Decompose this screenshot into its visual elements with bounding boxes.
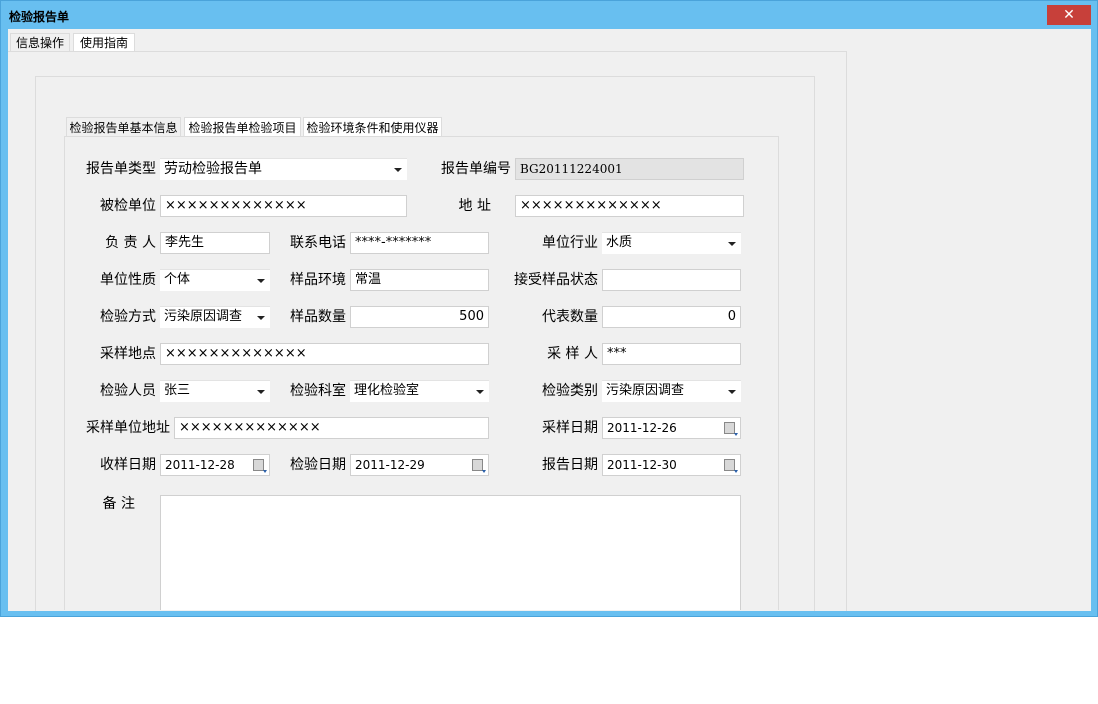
address-field[interactable]: ××××××××××××× (515, 195, 744, 217)
sampler-field[interactable]: *** (602, 343, 741, 365)
label-sampling-unit-addr: 采样单位地址 (70, 417, 170, 439)
sampling-unit-addr-field[interactable]: ××××××××××××× (174, 417, 489, 439)
label-sample-state: 接受样品状态 (500, 269, 598, 291)
category-combo[interactable]: 污染原因调查 (602, 380, 741, 402)
industry-value: 水质 (606, 235, 632, 250)
method-combo[interactable]: 污染原因调查 (160, 306, 270, 328)
close-button[interactable]: ✕ (1047, 5, 1091, 25)
label-remark: 备 注 (70, 493, 135, 515)
label-report-no: 报告单编号 (430, 158, 511, 180)
tab-environment-instruments[interactable]: 检验环境条件和使用仪器 (303, 117, 442, 137)
label-industry: 单位行业 (500, 232, 598, 254)
divider (846, 51, 847, 611)
report-date-value: 2011-12-30 (607, 458, 677, 472)
sample-env-field[interactable]: 常温 (350, 269, 489, 291)
inspector-combo[interactable]: 张三 (160, 380, 270, 402)
calendar-icon[interactable] (472, 459, 483, 471)
sampling-date-value: 2011-12-26 (607, 421, 677, 435)
receive-date-picker[interactable]: 2011-12-28 (160, 454, 270, 476)
report-type-value: 劳动检验报告单 (164, 161, 262, 177)
report-date-picker[interactable]: 2011-12-30 (602, 454, 741, 476)
chevron-down-icon (476, 390, 484, 394)
sampling-place-field[interactable]: ××××××××××××× (160, 343, 489, 365)
rep-qty-field[interactable]: 0 (602, 306, 741, 328)
chevron-down-icon (394, 168, 402, 172)
category-value: 污染原因调查 (606, 383, 684, 398)
chevron-down-icon (257, 316, 265, 320)
label-report-date: 报告日期 (500, 454, 598, 476)
chevron-down-icon (728, 242, 736, 246)
sample-qty-field[interactable]: 500 (350, 306, 489, 328)
label-report-type: 报告单类型 (70, 158, 156, 180)
label-inspector: 检验人员 (70, 380, 156, 402)
unit-nature-value: 个体 (164, 272, 190, 287)
divider (8, 51, 846, 52)
calendar-icon[interactable] (724, 422, 735, 434)
label-unit-nature: 单位性质 (70, 269, 156, 291)
sample-state-field[interactable] (602, 269, 741, 291)
label-dept: 检验科室 (270, 380, 346, 402)
label-sampler: 采 样 人 (500, 343, 598, 365)
phone-field[interactable]: ****-******* (350, 232, 489, 254)
chevron-down-icon (728, 390, 736, 394)
report-type-combo[interactable]: 劳动检验报告单 (160, 158, 407, 180)
label-phone: 联系电话 (270, 232, 346, 254)
label-sample-qty: 样品数量 (270, 306, 346, 328)
label-inspect-date: 检验日期 (270, 454, 346, 476)
unit-nature-combo[interactable]: 个体 (160, 269, 270, 291)
receive-date-value: 2011-12-28 (165, 458, 235, 472)
label-receive-date: 收样日期 (70, 454, 156, 476)
window-title: 检验报告单 (9, 8, 69, 25)
calendar-icon[interactable] (724, 459, 735, 471)
label-category: 检验类别 (500, 380, 598, 402)
dept-combo[interactable]: 理化检验室 (350, 380, 489, 402)
chevron-down-icon (257, 390, 265, 394)
sampling-date-picker[interactable]: 2011-12-26 (602, 417, 741, 439)
report-no-field[interactable]: BG20111224001 (515, 158, 744, 180)
inspector-value: 张三 (164, 383, 190, 398)
calendar-icon[interactable] (253, 459, 264, 471)
label-inspected-unit: 被检单位 (70, 195, 156, 217)
inspected-unit-field[interactable]: ××××××××××××× (160, 195, 407, 217)
label-method: 检验方式 (70, 306, 156, 328)
inspect-date-picker[interactable]: 2011-12-29 (350, 454, 489, 476)
menu-tab-user-guide[interactable]: 使用指南 (73, 33, 135, 52)
menu-tab-info-operations[interactable]: 信息操作 (10, 33, 70, 52)
tab-inspection-items[interactable]: 检验报告单检验项目 (184, 117, 301, 137)
remark-textarea[interactable] (160, 495, 741, 610)
label-address: 地 址 (430, 195, 491, 217)
method-value: 污染原因调查 (164, 309, 242, 324)
inspect-date-value: 2011-12-29 (355, 458, 425, 472)
label-person: 负 责 人 (70, 232, 156, 254)
chevron-down-icon (257, 279, 265, 283)
person-field[interactable]: 李先生 (160, 232, 270, 254)
label-rep-qty: 代表数量 (500, 306, 598, 328)
label-sample-env: 样品环境 (270, 269, 346, 291)
label-sampling-place: 采样地点 (70, 343, 156, 365)
label-sampling-date: 采样日期 (500, 417, 598, 439)
industry-combo[interactable]: 水质 (602, 232, 741, 254)
tab-basic-info[interactable]: 检验报告单基本信息 (66, 117, 181, 137)
dept-value: 理化检验室 (354, 383, 419, 398)
